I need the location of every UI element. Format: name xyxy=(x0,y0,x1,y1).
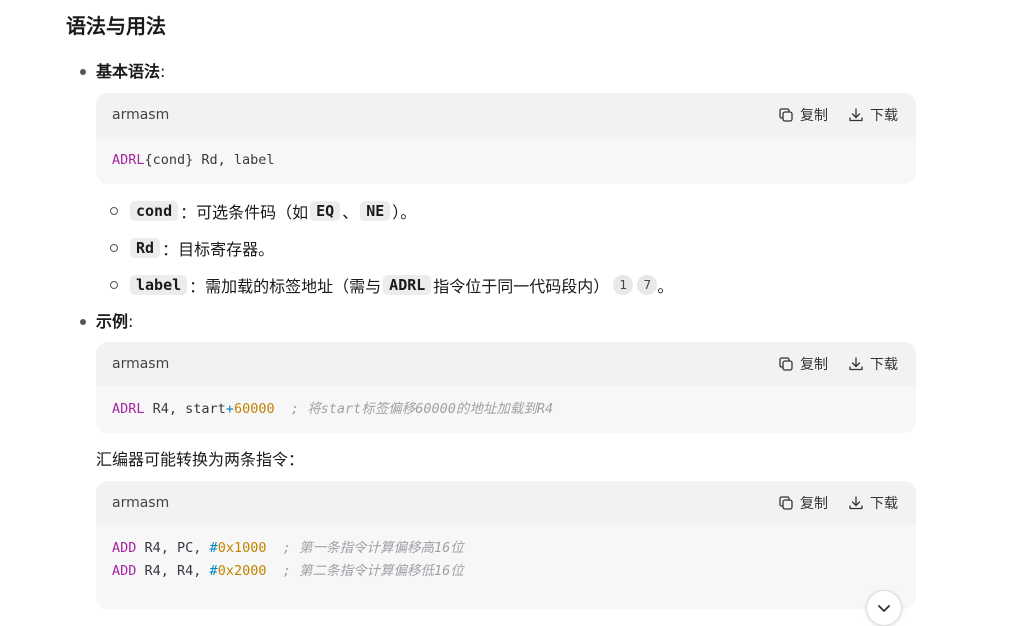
citation-badge-1[interactable]: 1 xyxy=(613,275,634,295)
code-language: armasm xyxy=(112,495,170,511)
code-content: ADD R4, PC, #0x1000 ; 第一条指令计算偏移高16位 ADD R… xyxy=(96,525,916,595)
code-content: ADRL R4, start+60000 ; 将start标签偏移60000的地… xyxy=(96,386,916,433)
example-colon: : xyxy=(128,312,134,331)
download-icon xyxy=(848,107,864,123)
bullet-syntax: 基本语法 : xyxy=(80,59,165,85)
list-item-cond: cond ：可选条件码（如 EQ 、 NE ）。 xyxy=(110,197,416,225)
copy-label: 复制 xyxy=(800,357,828,373)
code-actions: 复制 下载 xyxy=(778,105,898,125)
example-label: 示例 xyxy=(96,312,129,331)
item-text: ：需加载的标签地址（需与 xyxy=(189,277,382,296)
copy-button[interactable]: 复制 xyxy=(778,493,828,513)
sub-bullet xyxy=(110,281,118,289)
copy-label: 复制 xyxy=(800,496,828,512)
code-number: 60000 xyxy=(233,401,275,417)
code-header: armasm 复制 下载 xyxy=(96,93,916,137)
code-comment: ; 将start标签偏移60000的地址加载到R4 xyxy=(290,401,554,417)
code-block-expansion: armasm 复制 下载 ADD R4, PC, #0x1000 ; 第一条指令… xyxy=(96,481,916,609)
sub-bullet xyxy=(110,244,118,252)
download-label: 下载 xyxy=(870,357,898,373)
code-keyword: ADRL xyxy=(112,152,145,168)
copy-label: 复制 xyxy=(800,108,828,124)
copy-icon xyxy=(778,356,794,372)
code-line: ADD R4, PC, #0x1000 ; 第一条指令计算偏移高16位 xyxy=(112,537,900,560)
citation-badge-7[interactable]: 7 xyxy=(637,275,658,295)
code-operands: R4, start xyxy=(144,401,226,417)
download-button[interactable]: 下载 xyxy=(848,105,898,125)
code-content: ADRL{cond} Rd, label xyxy=(96,137,916,184)
inline-code-rd: Rd xyxy=(130,238,161,258)
code-comment: ; 第一条指令计算偏移高16位 xyxy=(282,540,464,556)
code-language: armasm xyxy=(112,356,170,372)
copy-button[interactable]: 复制 xyxy=(778,354,828,374)
section-title: 语法与用法 xyxy=(66,14,166,38)
list-item-label: label ：需加载的标签地址（需与 ADRL 指令位于同一代码段内） 1 7 … xyxy=(110,271,673,299)
item-text: ：目标寄存器。 xyxy=(162,240,275,259)
code-keyword: ADD xyxy=(112,563,137,579)
code-hash: # xyxy=(209,540,218,556)
sub-bullet xyxy=(110,207,118,215)
bullet-dot xyxy=(80,319,86,325)
item-text-mid: 指令位于同一代码段内） xyxy=(433,277,610,296)
scroll-to-bottom-button[interactable] xyxy=(866,590,902,626)
download-icon xyxy=(848,356,864,372)
code-text: {cond} Rd, label xyxy=(144,152,275,168)
bullet-example: 示例 : xyxy=(80,309,133,335)
code-actions: 复制 下载 xyxy=(778,493,898,513)
code-block-syntax: armasm 复制 下载 ADRL{cond} Rd, label xyxy=(96,93,916,184)
code-operands: R4, PC, xyxy=(136,540,210,556)
code-keyword: ADD xyxy=(112,540,137,556)
inline-code-eq: EQ xyxy=(310,201,341,221)
code-keyword: ADRL xyxy=(112,401,145,417)
code-hash: # xyxy=(209,563,218,579)
followup-text: 汇编器可能转换为两条指令： xyxy=(96,450,305,469)
copy-button[interactable]: 复制 xyxy=(778,105,828,125)
code-header: armasm 复制 下载 xyxy=(96,481,916,525)
code-block-example: armasm 复制 下载 ADRL R4, start+60000 ; 将sta… xyxy=(96,342,916,433)
item-separator: 、 xyxy=(342,203,359,222)
code-number: 0x1000 xyxy=(217,540,267,556)
download-icon xyxy=(848,495,864,511)
code-operator: + xyxy=(225,401,234,417)
syntax-colon: : xyxy=(160,62,166,81)
code-operands: R4, R4, xyxy=(136,563,210,579)
code-actions: 复制 下载 xyxy=(778,354,898,374)
inline-code-label: label xyxy=(130,275,188,295)
copy-icon xyxy=(778,495,794,511)
inline-code-adrl: ADRL xyxy=(383,275,432,295)
bullet-dot xyxy=(80,69,86,75)
inline-code-cond: cond xyxy=(130,201,179,221)
inline-code-ne: NE xyxy=(360,201,391,221)
download-button[interactable]: 下载 xyxy=(848,493,898,513)
item-text: ：可选条件码（如 xyxy=(180,203,309,222)
code-language: armasm xyxy=(112,107,170,123)
code-number: 0x2000 xyxy=(217,563,267,579)
download-label: 下载 xyxy=(870,108,898,124)
syntax-label: 基本语法 xyxy=(96,62,161,81)
copy-icon xyxy=(778,107,794,123)
list-item-rd: Rd ：目标寄存器。 xyxy=(110,234,274,262)
code-comment: ; 第二条指令计算偏移低16位 xyxy=(282,563,464,579)
code-header: armasm 复制 下载 xyxy=(96,342,916,386)
download-button[interactable]: 下载 xyxy=(848,354,898,374)
code-line: ADD R4, R4, #0x2000 ; 第二条指令计算偏移低16位 xyxy=(112,560,900,583)
item-text-end: ）。 xyxy=(392,203,417,222)
item-text-end: 。 xyxy=(657,277,674,296)
download-label: 下载 xyxy=(870,496,898,512)
